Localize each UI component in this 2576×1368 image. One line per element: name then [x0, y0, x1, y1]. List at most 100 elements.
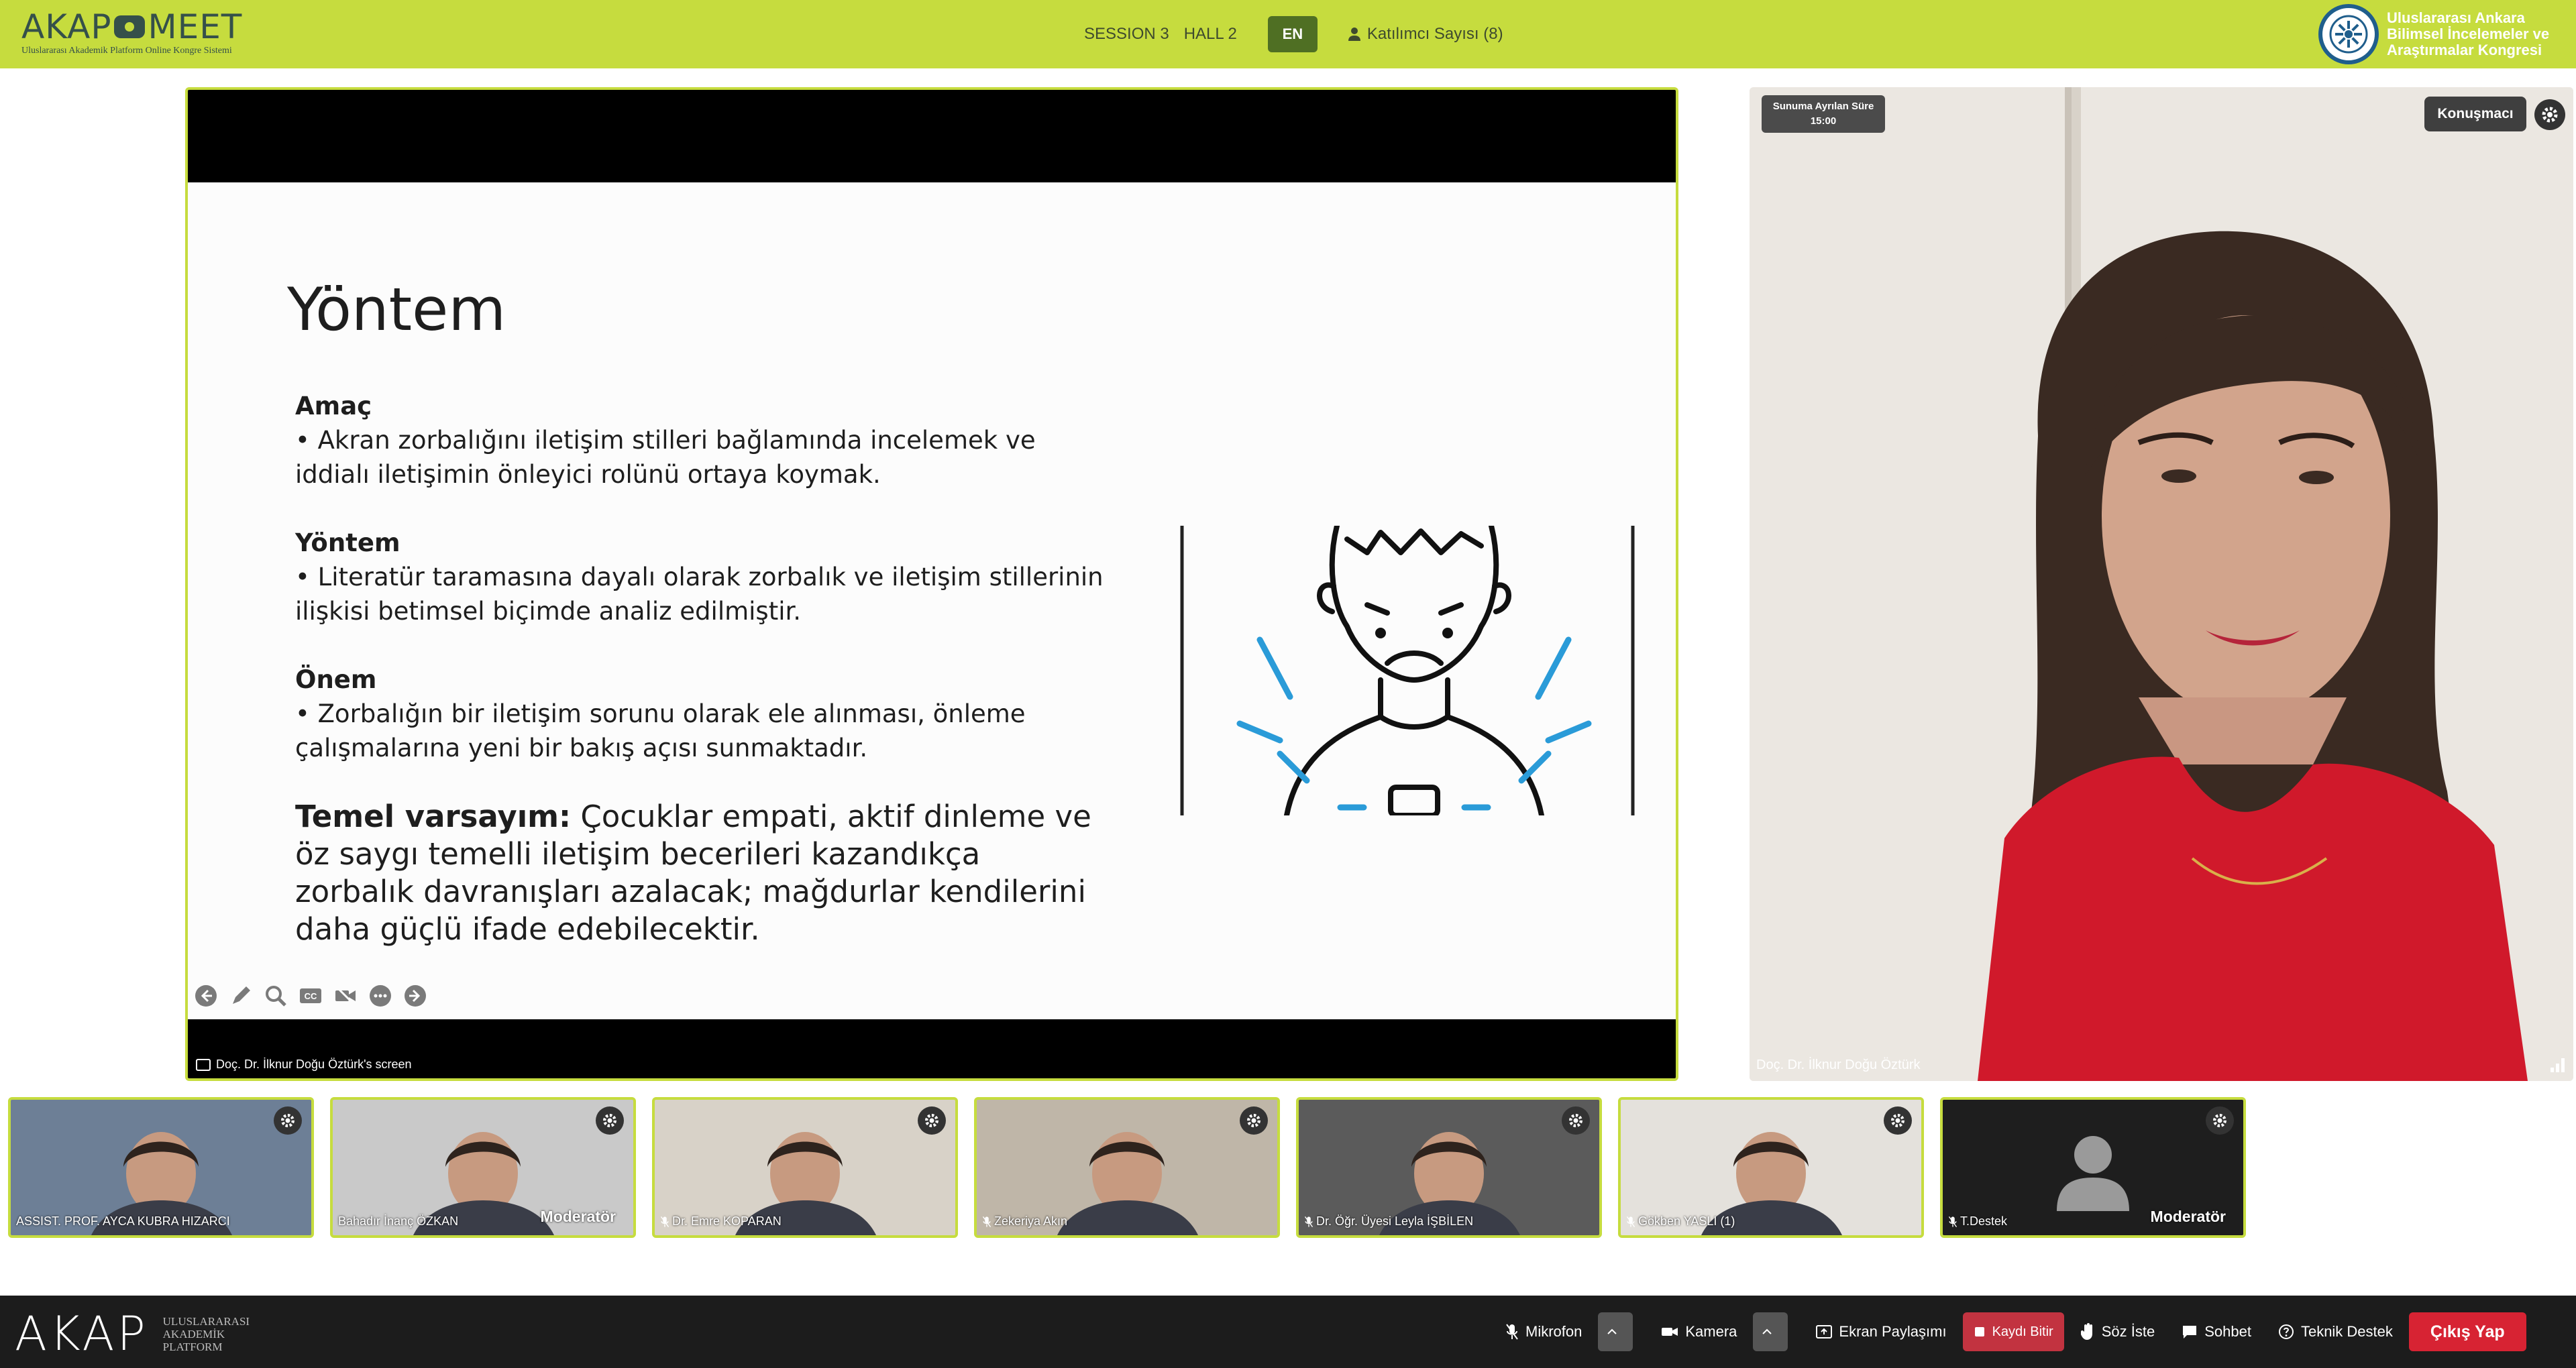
participant-tile[interactable]: Dr. Öğr. Üyesi Leyla İŞBİLEN [1296, 1097, 1602, 1238]
worried-child-illustration [1180, 526, 1635, 815]
participant-count-label: Katılımcı Sayısı (8) [1366, 25, 1503, 43]
presentation-timer: Sunuma Ayrılan Süre 15:00 [1762, 95, 1885, 133]
presentation-slide: Yöntem Amaç • Akran zorbalığını iletişim… [188, 182, 1676, 1019]
participant-name-text: Bahadır İnanç ÖZKAN [338, 1214, 459, 1228]
participant-settings-button[interactable] [918, 1106, 946, 1135]
speaker-settings-button[interactable] [2534, 99, 2565, 130]
chat-icon [2183, 1326, 2197, 1338]
microphone-muted-icon [982, 1216, 991, 1227]
participant-count-button[interactable]: Katılımcı Sayısı (8) [1347, 25, 1503, 44]
gear-icon [1247, 1114, 1260, 1127]
microphone-options-button[interactable] [1598, 1312, 1633, 1351]
moderator-badge: Moderatör [2150, 1208, 2226, 1225]
participant-tile[interactable]: Zekeriya Akın [974, 1097, 1280, 1238]
tech-support-button[interactable]: Teknik Destek [2267, 1312, 2404, 1351]
gear-icon [1569, 1114, 1582, 1127]
session-label: SESSION 3 [1084, 25, 1169, 43]
bottom-control-bar: AKAP ULUSLARARASI AKADEMİK PLATFORM Mikr… [0, 1296, 2576, 1368]
microphone-button[interactable]: Mikrofon [1495, 1312, 1593, 1351]
person-icon [1348, 27, 1360, 41]
akapmeet-logo: AKAP MEET Uluslararası Akademik Platform… [21, 9, 242, 59]
gear-icon [925, 1114, 938, 1127]
pen-icon[interactable] [228, 983, 254, 1009]
participant-name-text: Gökben YASLI (1) [1638, 1214, 1735, 1228]
stop-recording-button[interactable]: Kaydı Bitir [1962, 1312, 2064, 1351]
gear-icon [1891, 1114, 1904, 1127]
participant-name: Zekeriya Akın [982, 1214, 1067, 1229]
participant-name: ASSIST. PROF. AYCA KUBRA HIZARCI [16, 1214, 230, 1229]
camera-button[interactable]: Kamera [1650, 1312, 1748, 1351]
participant-name: Dr. Emre KOPARAN [660, 1214, 782, 1229]
chevron-up-icon [1762, 1328, 1772, 1334]
section-text: • Literatür taramasına dayalı olarak zor… [295, 563, 1104, 626]
more-icon[interactable] [368, 983, 393, 1009]
microphone-muted-icon [660, 1216, 669, 1227]
thesis-label: Temel varsayım: [295, 799, 572, 834]
meeting-controls: Mikrofon Kamera Ekran Paylaşımı Kaydı Bi… [1495, 1312, 2532, 1352]
participant-name-text: Dr. Emre KOPARAN [672, 1214, 782, 1228]
logo-right-text: MEET [148, 7, 243, 46]
speaker-video-frame [1750, 87, 2573, 1081]
back-arrow-icon[interactable] [193, 983, 219, 1009]
slide-section-amac: Amaç • Akran zorbalığını iletişim stille… [295, 389, 1114, 492]
congress-seal-icon [2318, 4, 2379, 64]
section-text: • Akran zorbalığını iletişim stilleri ba… [295, 426, 1036, 489]
participant-settings-button[interactable] [274, 1106, 302, 1135]
participant-settings-button[interactable] [596, 1106, 624, 1135]
participant-settings-button[interactable] [1240, 1106, 1268, 1135]
participant-name-text: ASSIST. PROF. AYCA KUBRA HIZARCI [16, 1214, 230, 1228]
chat-button[interactable]: Sohbet [2171, 1312, 2262, 1351]
screen-share-label: Ekran Paylaşımı [1839, 1323, 1947, 1340]
chat-label: Sohbet [2204, 1323, 2251, 1340]
forward-arrow-icon[interactable] [402, 983, 428, 1009]
camera-options-button[interactable] [1753, 1312, 1788, 1351]
screen-owner-name: Doç. Dr. İlknur Doğu Öztürk's screen [216, 1058, 412, 1071]
section-heading: Yöntem [295, 528, 400, 557]
hand-icon [2080, 1323, 2092, 1340]
chevron-up-icon [1607, 1328, 1617, 1334]
participant-name-text: Zekeriya Akın [994, 1214, 1068, 1228]
session-info: SESSION 3 HALL 2 EN Katılımcı Sayısı (8) [1084, 16, 1503, 52]
logo-left-text: AKAP [21, 7, 112, 46]
participant-name: T.Destek [1948, 1214, 2007, 1229]
raise-hand-button[interactable]: Söz İste [2070, 1312, 2165, 1351]
participant-settings-button[interactable] [1884, 1106, 1912, 1135]
help-icon [2278, 1324, 2294, 1339]
moderator-badge: Moderatör [540, 1208, 616, 1225]
participant-name-text: T.Destek [1960, 1214, 2008, 1228]
raise-hand-label: Söz İste [2101, 1323, 2155, 1340]
microphone-muted-icon [1506, 1324, 1518, 1340]
slide-thesis: Temel varsayım: Çocuklar empati, aktif d… [295, 798, 1100, 948]
participant-settings-button[interactable] [1562, 1106, 1590, 1135]
gear-icon [2213, 1114, 2226, 1127]
speaker-name: Doç. Dr. İlknur Doğu Öztürk [1756, 1058, 1921, 1072]
microphone-muted-icon [1304, 1216, 1313, 1227]
camera-icon [1662, 1328, 1678, 1336]
svg-text:CC: CC [305, 991, 317, 1001]
logo-camera-icon [114, 15, 146, 38]
slide-title: Yöntem [287, 275, 506, 344]
gear-icon [603, 1114, 616, 1127]
zoom-icon[interactable] [263, 983, 288, 1009]
microphone-label: Mikrofon [1525, 1323, 1582, 1340]
video-off-icon[interactable] [333, 983, 358, 1009]
captions-icon[interactable]: CC [298, 983, 323, 1009]
timer-label: Sunuma Ayrılan Süre [1772, 101, 1874, 112]
participant-tile[interactable]: Bahadır İnanç ÖZKAN Moderatör [330, 1097, 636, 1238]
screen-share-icon [196, 1058, 211, 1071]
gear-icon [2542, 107, 2558, 123]
participant-tile[interactable]: Gökben YASLI (1) [1618, 1097, 1924, 1238]
hall-label: HALL 2 [1183, 25, 1237, 43]
language-button[interactable]: EN [1267, 16, 1318, 52]
screen-share-button[interactable]: Ekran Paylaşımı [1805, 1312, 1957, 1351]
participant-name: Dr. Öğr. Üyesi Leyla İŞBİLEN [1304, 1214, 1473, 1229]
leave-button[interactable]: Çıkış Yap [2408, 1312, 2526, 1351]
participant-tile[interactable]: T.Destek Moderatör [1940, 1097, 2246, 1238]
shared-screen: Yöntem Amaç • Akran zorbalığını iletişim… [185, 87, 1678, 1081]
footer-logo-text: AKAP [15, 1306, 148, 1361]
microphone-muted-icon [1948, 1216, 1957, 1227]
participant-settings-button[interactable] [2206, 1106, 2234, 1135]
logo-subtitle: Uluslararası Akademik Platform Online Ko… [21, 46, 232, 56]
participant-tile[interactable]: ASSIST. PROF. AYCA KUBRA HIZARCI [8, 1097, 314, 1238]
participant-tile[interactable]: Dr. Emre KOPARAN [652, 1097, 958, 1238]
